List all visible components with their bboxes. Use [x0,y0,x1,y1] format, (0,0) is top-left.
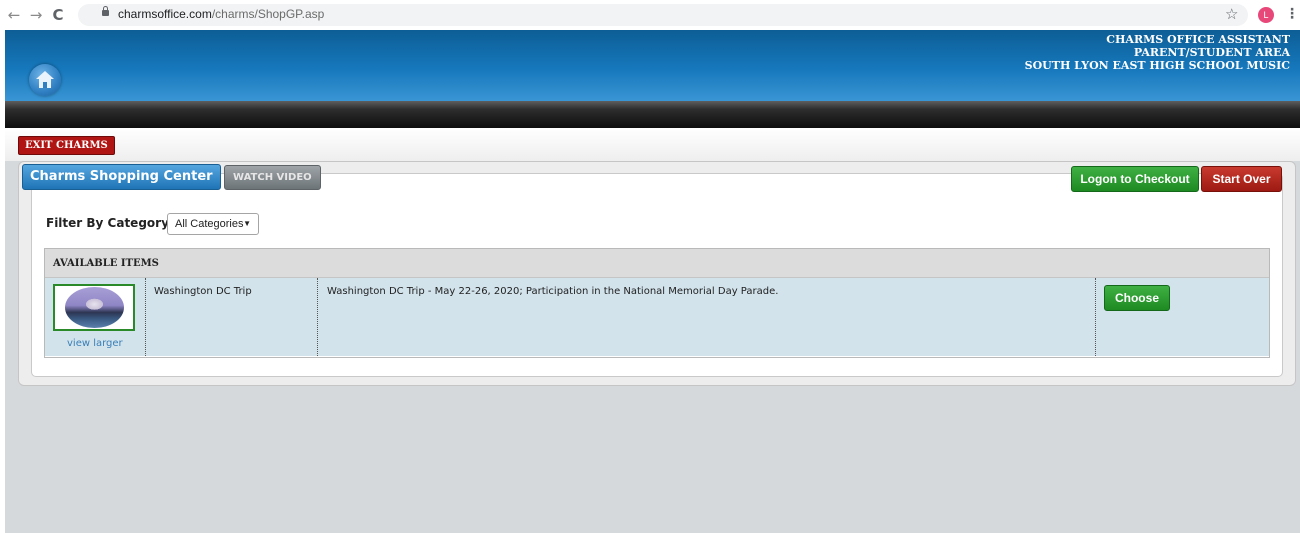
reload-icon[interactable]: C [49,6,67,24]
item-thumbnail[interactable] [53,284,135,331]
star-icon[interactable]: ☆ [1225,5,1238,23]
home-door [43,82,47,88]
url-path: /charms/ShopGP.asp [211,7,325,21]
page: CHARMS OFFICE ASSISTANT PARENT/STUDENT A… [5,30,1300,533]
header-title: CHARMS OFFICE ASSISTANT PARENT/STUDENT A… [1025,33,1290,72]
available-items-table: AVAILABLE ITEMS view larger Washington D… [44,248,1270,358]
header-dark-bar [5,101,1300,128]
exit-strip: EXIT CHARMS [5,128,1300,161]
header-line-1: CHARMS OFFICE ASSISTANT [1106,33,1290,46]
column-divider [145,278,146,356]
choose-button[interactable]: Choose [1104,285,1170,311]
url-host: charmsoffice.com [118,7,212,21]
dropdown-caret-icon: ▼ [243,219,251,228]
table-row: view larger Washington DC Trip Washingto… [45,278,1269,356]
items-header-label: AVAILABLE ITEMS [53,258,159,269]
header-line-2: PARENT/STUDENT AREA [1133,46,1290,59]
column-divider [1095,278,1096,356]
home-icon[interactable] [29,64,61,96]
exit-charms-button[interactable]: EXIT CHARMS [18,136,115,155]
start-over-button[interactable]: Start Over [1201,166,1282,192]
category-select-value: All Categories [175,218,244,230]
browser-toolbar: ← → C charmsoffice.com/charms/ShopGP.asp… [0,0,1300,30]
watch-video-button[interactable]: WATCH VIDEO [224,165,321,190]
filter-label: Filter By Category [46,216,169,230]
category-select[interactable]: All Categories ▼ [167,213,259,235]
view-larger-link[interactable]: view larger [67,338,123,349]
profile-icon[interactable]: L [1258,7,1274,23]
home-roof [36,71,54,79]
back-arrow-icon[interactable]: ← [5,6,23,24]
item-name: Washington DC Trip [154,286,252,297]
menu-icon[interactable]: ⋮ [1285,6,1299,22]
header-line-3: SOUTH LYON EAST HIGH SCHOOL MUSIC [1024,59,1290,72]
column-divider [317,278,318,356]
lock-icon[interactable] [102,6,109,16]
logon-checkout-button[interactable]: Logon to Checkout [1071,166,1199,192]
items-header: AVAILABLE ITEMS [45,249,1269,278]
site-header: CHARMS OFFICE ASSISTANT PARENT/STUDENT A… [5,30,1300,101]
url-text[interactable]: charmsoffice.com/charms/ShopGP.asp [118,7,324,21]
item-description: Washington DC Trip - May 22-26, 2020; Pa… [327,286,779,297]
tab-shopping-center[interactable]: Charms Shopping Center [22,164,221,190]
capitol-photo [65,287,124,328]
forward-arrow-icon[interactable]: → [27,6,45,24]
